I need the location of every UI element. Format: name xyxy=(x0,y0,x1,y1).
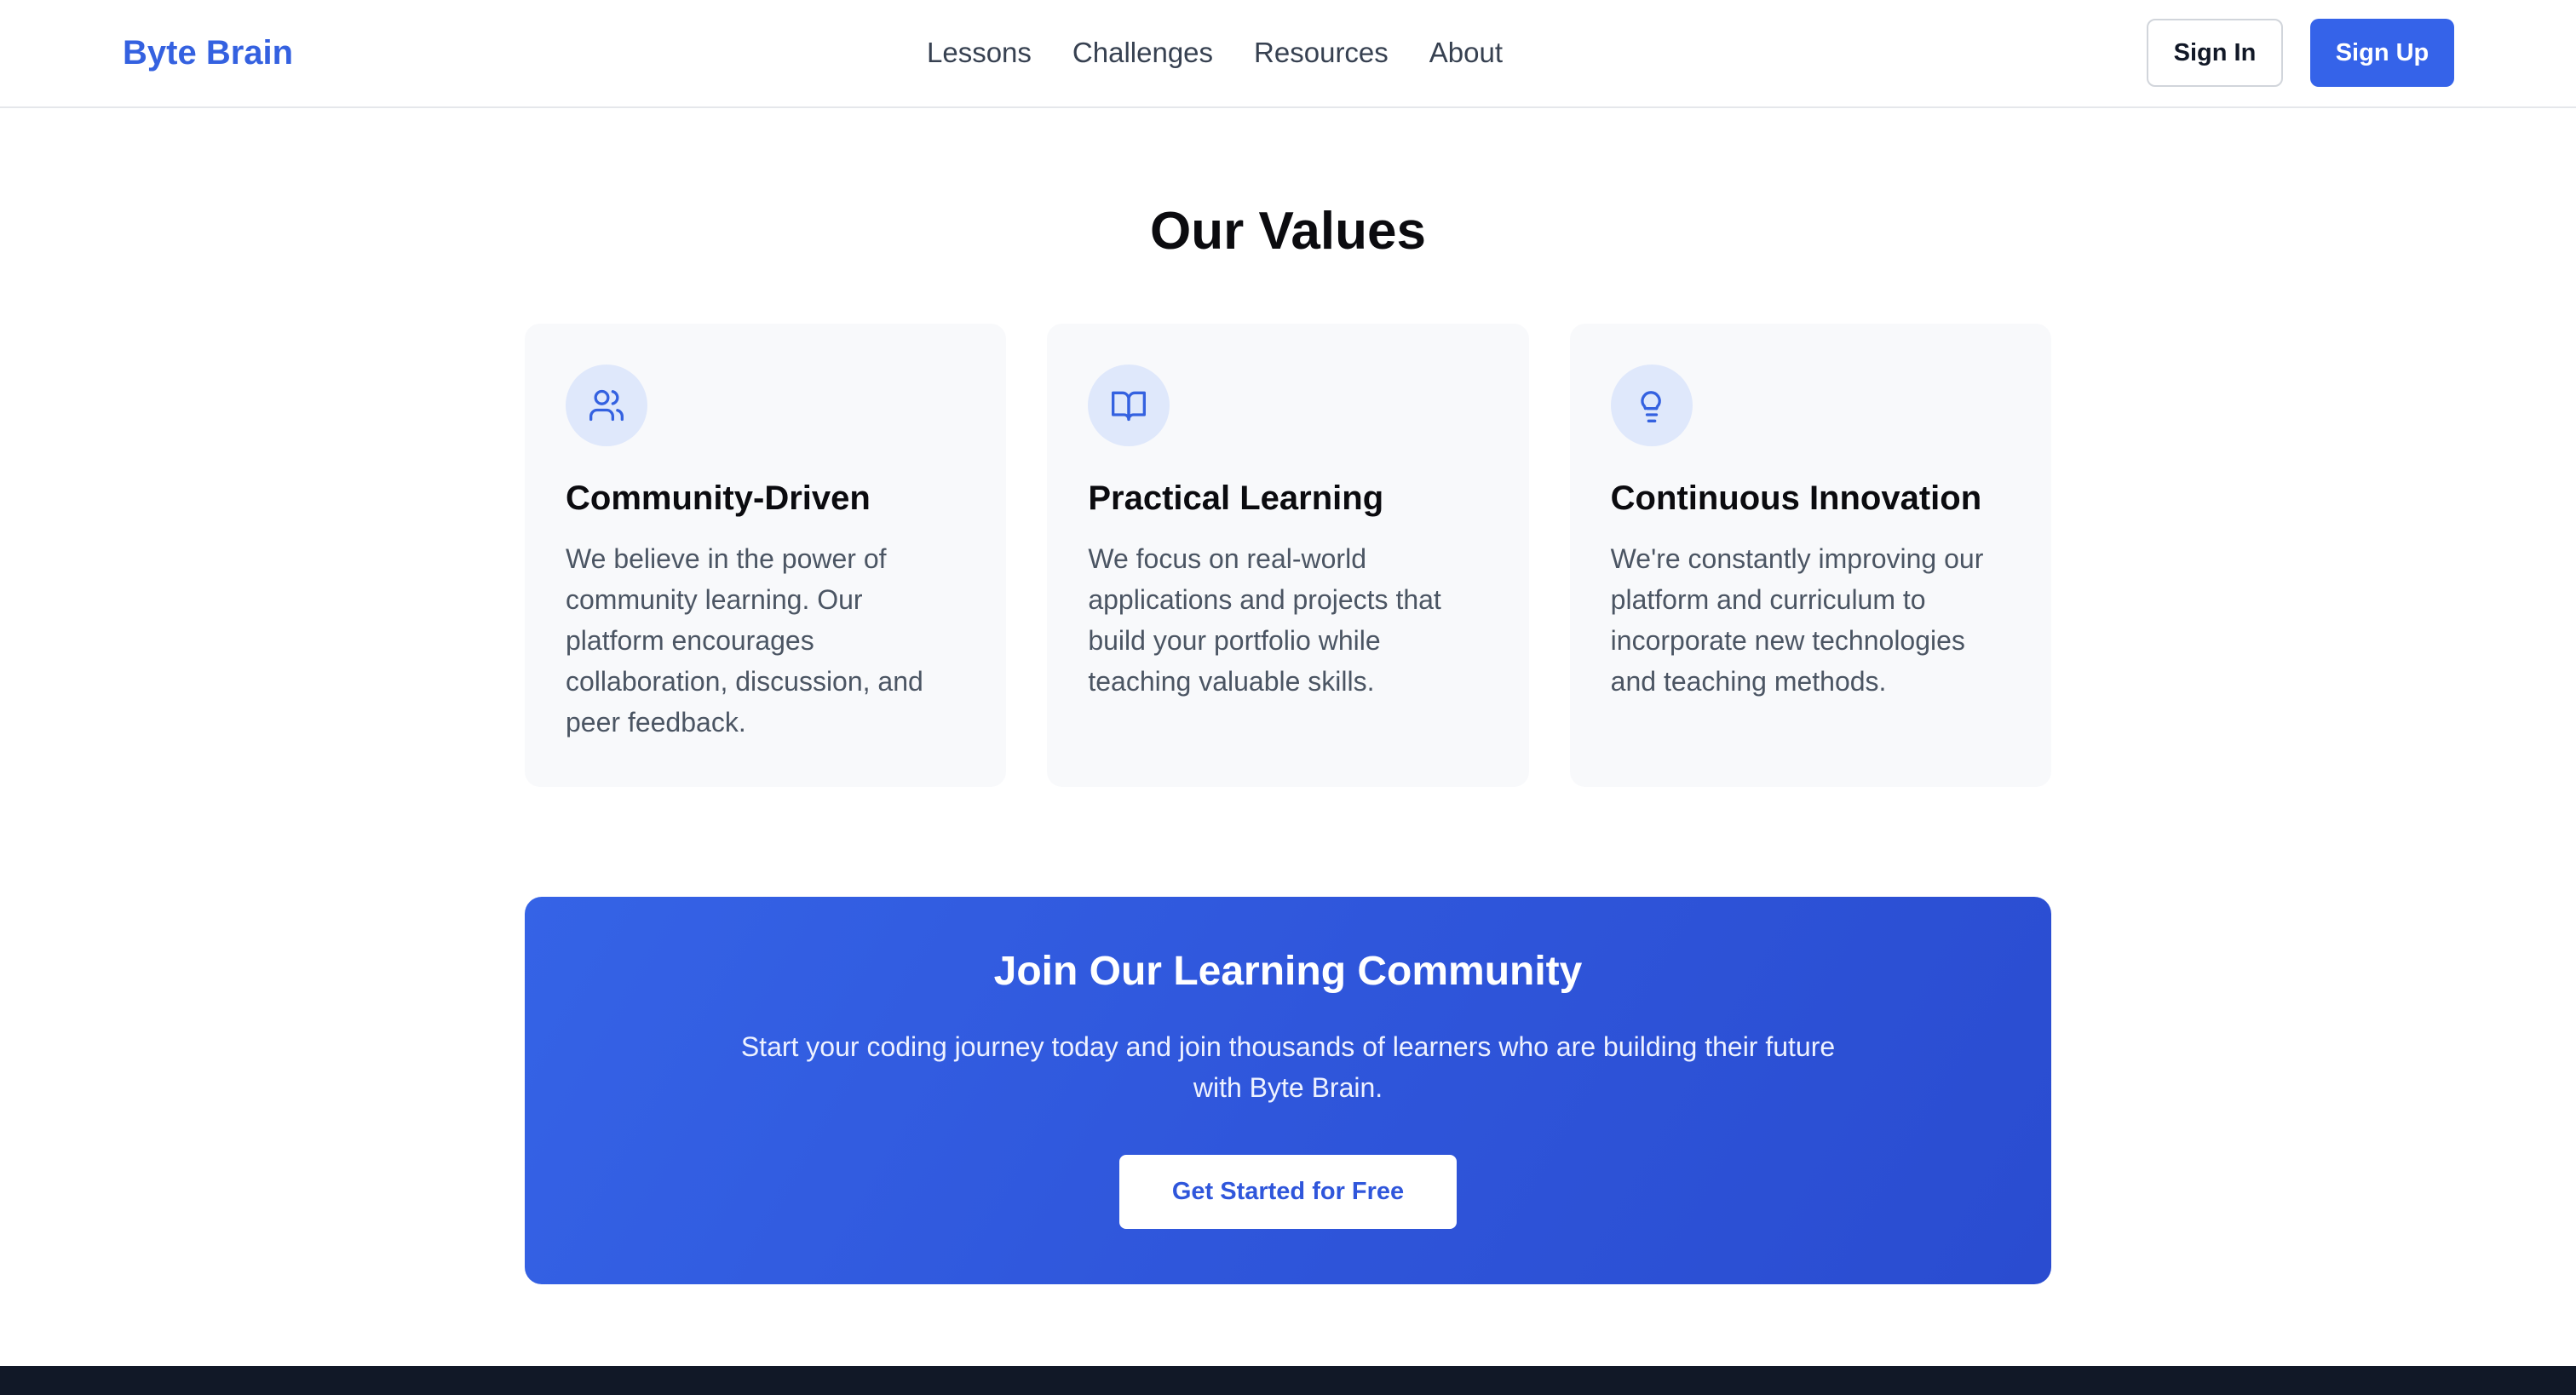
cta-banner: Join Our Learning Community Start your c… xyxy=(525,897,2051,1284)
book-open-icon xyxy=(1088,365,1170,446)
nav-challenges[interactable]: Challenges xyxy=(1072,37,1213,69)
card-title: Practical Learning xyxy=(1088,479,1384,517)
card-title: Community-Driven xyxy=(566,479,871,517)
cta-title: Join Our Learning Community xyxy=(993,949,1583,994)
nav-lessons[interactable]: Lessons xyxy=(927,37,1032,69)
cta-text: Start your coding journey today and join… xyxy=(740,1031,1836,1103)
value-card-community: Community-Driven We believe in the power… xyxy=(525,324,1007,787)
users-icon xyxy=(566,365,647,446)
site-footer xyxy=(0,1366,2576,1395)
sign-in-button[interactable]: Sign In xyxy=(2147,19,2283,87)
nav-about[interactable]: About xyxy=(1429,37,1503,69)
card-title: Continuous Innovation xyxy=(1610,479,1982,517)
main-nav: Lessons Challenges Resources About xyxy=(927,0,1503,106)
card-text: We're constantly improving our platform … xyxy=(1610,543,1984,697)
values-cards: Community-Driven We believe in the power… xyxy=(525,324,2051,787)
card-text: We focus on real-world applications and … xyxy=(1088,543,1441,697)
lightbulb-icon xyxy=(1610,365,1693,446)
values-heading: Our Values xyxy=(1150,202,1426,261)
sign-up-button[interactable]: Sign Up xyxy=(2310,19,2454,87)
value-card-innovation: Continuous Innovation We're constantly i… xyxy=(1569,324,2051,787)
site-header: Byte Brain Lessons Challenges Resources … xyxy=(0,0,2576,108)
value-card-practical: Practical Learning We focus on real-worl… xyxy=(1047,324,1529,787)
nav-resources[interactable]: Resources xyxy=(1254,37,1389,69)
card-text: We believe in the power of community lea… xyxy=(566,543,923,738)
logo[interactable]: Byte Brain xyxy=(123,0,293,106)
get-started-button[interactable]: Get Started for Free xyxy=(1119,1155,1457,1229)
